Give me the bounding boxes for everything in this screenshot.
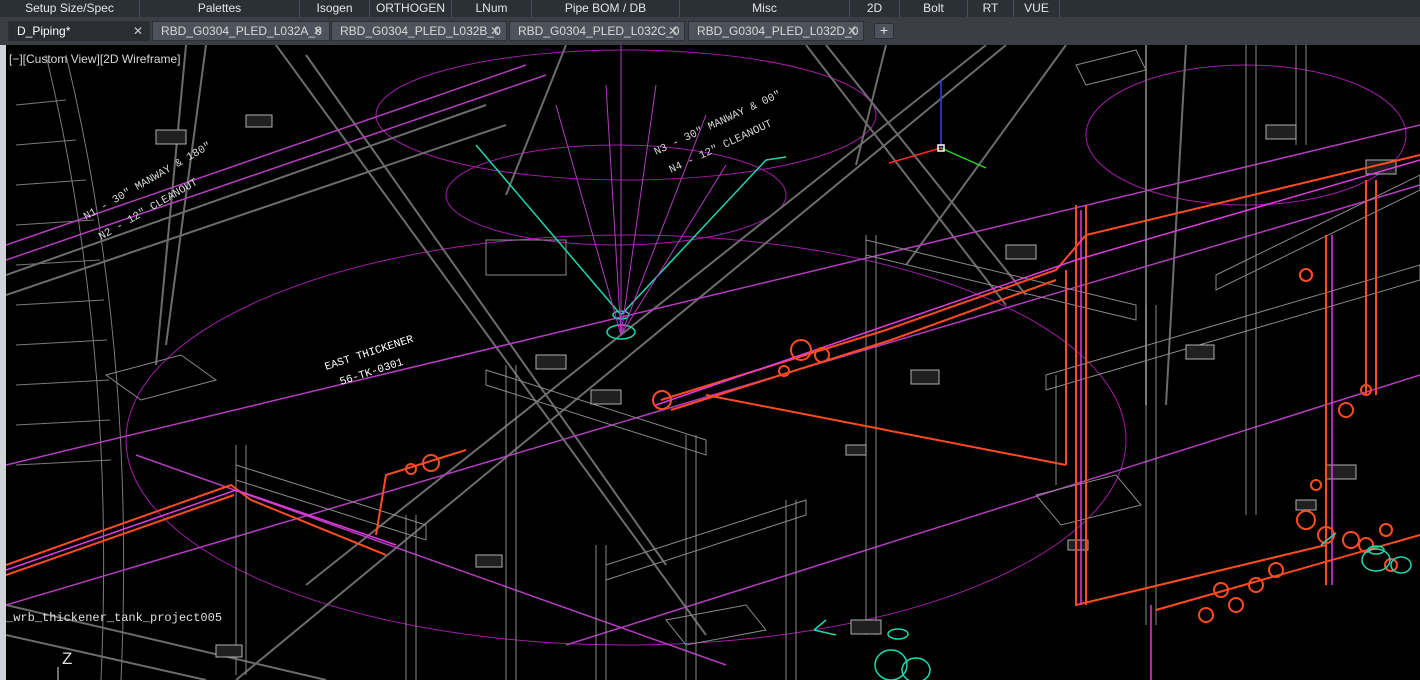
tab-l032d[interactable]: RBD_G0304_PLED_L032D_0 ✕ <box>688 21 864 41</box>
ribbon-orthogen[interactable]: ORTHOGEN <box>370 0 452 17</box>
ucs-icon <box>888 80 987 169</box>
tab-l032a[interactable]: RBD_G0304_PLED_L032A_0 ✕ <box>152 21 330 41</box>
tab-label: RBD_G0304_PLED_L032C_0 <box>518 24 680 38</box>
tab-label: RBD_G0304_PLED_L032B_0 <box>340 24 501 38</box>
close-icon[interactable]: ✕ <box>668 22 678 40</box>
viewport-controls-label[interactable]: [−][Custom View][2D Wireframe] <box>9 52 181 66</box>
ribbon-rt[interactable]: RT <box>968 0 1014 17</box>
close-icon[interactable]: ✕ <box>133 22 143 40</box>
ucs-z-label: Z <box>62 649 73 668</box>
ribbon-pipe-bom-db[interactable]: Pipe BOM / DB <box>532 0 680 17</box>
ribbon-palettes[interactable]: Palettes <box>140 0 300 17</box>
tab-label: RBD_G0304_PLED_L032D_0 <box>697 24 859 38</box>
nozzle-fan <box>555 45 727 336</box>
tab-label: D_Piping* <box>17 24 71 38</box>
ribbon-bar: Setup Size/Spec Palettes Isogen ORTHOGEN… <box>0 0 1420 18</box>
tab-l032c[interactable]: RBD_G0304_PLED_L032C_0 ✕ <box>509 21 685 41</box>
close-icon[interactable]: ✕ <box>490 22 500 40</box>
piping-wireframe[interactable]: N1 - 30" MANWAY & 180" N2 - 12" CLEANOUT… <box>6 45 1420 680</box>
new-tab-button[interactable]: + <box>874 23 894 39</box>
close-icon[interactable]: ✕ <box>313 22 323 40</box>
drawing-file-label: _wrb_thickener_tank_project005 <box>6 611 223 625</box>
ribbon-isogen[interactable]: Isogen <box>300 0 370 17</box>
model-viewport[interactable]: N1 - 30" MANWAY & 180" N2 - 12" CLEANOUT… <box>6 45 1420 680</box>
ribbon-lnum[interactable]: LNum <box>452 0 532 17</box>
close-icon[interactable]: ✕ <box>847 22 857 40</box>
ribbon-vue[interactable]: VUE <box>1014 0 1060 17</box>
tab-d-piping[interactable]: D_Piping* ✕ <box>8 21 150 41</box>
tab-label: RBD_G0304_PLED_L032A_0 <box>161 24 322 38</box>
tab-l032b[interactable]: RBD_G0304_PLED_L032B_0 ✕ <box>331 21 507 41</box>
steel-structure <box>104 45 1420 680</box>
document-tab-bar: D_Piping* ✕ RBD_G0304_PLED_L032A_0 ✕ RBD… <box>0 17 1420 45</box>
ribbon-2d[interactable]: 2D <box>850 0 900 17</box>
ribbon-bolt[interactable]: Bolt <box>900 0 968 17</box>
ribbon-misc[interactable]: Misc <box>680 0 850 17</box>
ribbon-setup-size-spec[interactable]: Setup Size/Spec <box>0 0 140 17</box>
valves-red <box>405 268 1398 623</box>
